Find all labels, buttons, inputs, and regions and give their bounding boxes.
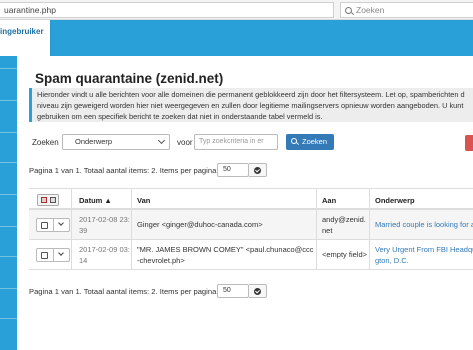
search-button-label: Zoeken: [302, 137, 328, 146]
check-circle-icon: [254, 167, 261, 174]
chevron-down-icon: [157, 136, 166, 145]
column-divider: [131, 188, 132, 270]
info-line: niveau zijn geweigerd worden hier niet w…: [37, 100, 464, 110]
apply-per-page-button[interactable]: [249, 284, 267, 298]
user-menu[interactable]: ingebruiker: [0, 20, 50, 60]
search-criteria-input[interactable]: Typ zoekcriteria in er: [194, 134, 278, 150]
delete-selected-icon[interactable]: [41, 197, 47, 203]
column-header-subject[interactable]: Onderwerp: [375, 196, 415, 205]
from-line: "MR. JAMES BROWN COMEY" <paul.chunaco@cc…: [137, 245, 314, 254]
column-divider: [71, 188, 72, 270]
column-divider: [316, 188, 317, 270]
browser-toolbar: uarantine.php Zoeken: [0, 0, 473, 20]
voor-label: voor: [177, 138, 193, 147]
column-header-date[interactable]: Datum ▲: [79, 196, 112, 205]
search-button[interactable]: Zoeken: [286, 134, 334, 150]
subject-line: Very Urgent From FBI Headqu: [375, 245, 473, 254]
sidebar-separator: [0, 194, 17, 195]
browser-search-placeholder: Zoeken: [356, 5, 385, 15]
sidebar-separator: [0, 256, 17, 257]
row-select-dropdown[interactable]: [36, 248, 70, 262]
user-label: ingebruiker: [0, 27, 44, 36]
table-header: Datum ▲ Van Aan Onderwerp: [29, 188, 473, 210]
select-all-icon[interactable]: [50, 197, 56, 203]
sidebar-separator: [0, 100, 17, 101]
chevron-down-icon[interactable]: [58, 250, 64, 256]
to-line: net: [322, 226, 333, 235]
page: uarantine.php Zoeken ingebruiker Spam qu…: [0, 0, 473, 350]
row-select-dropdown[interactable]: [36, 218, 70, 232]
subject-line: gton, D.C.: [375, 256, 409, 265]
info-line: Hieronder vindt u alle berichten voor al…: [37, 90, 465, 99]
column-header-to[interactable]: Aan: [322, 196, 336, 205]
sidebar-separator: [0, 318, 17, 319]
sidebar: [0, 56, 17, 350]
from-line: -chevrolet.ph>: [137, 256, 185, 265]
search-field-select[interactable]: Onderwerp: [62, 134, 170, 150]
divider: [53, 249, 54, 261]
search-icon: [345, 7, 352, 14]
sidebar-separator: [0, 132, 17, 133]
info-box: Hieronder vindt u alle berichten voor al…: [29, 88, 473, 122]
main-content: Spam quarantaine (zenid.net) Hieronder v…: [17, 56, 473, 350]
items-per-page-input[interactable]: 50: [217, 163, 249, 177]
info-line: gebruiken om een specifiek bericht te zo…: [37, 111, 323, 121]
date-line: 39: [79, 226, 88, 235]
sidebar-separator: [0, 226, 17, 227]
browser-search-field[interactable]: Zoeken: [340, 2, 473, 18]
divider: [53, 219, 54, 231]
row-checkbox[interactable]: [41, 222, 48, 229]
table-row[interactable]: 2017-02-08 23: 39 Ginger <ginger@duhoc-c…: [29, 210, 473, 240]
column-divider: [369, 188, 370, 270]
pagination-text: Pagina 1 van 1. Totaal aantal items: 2. …: [29, 287, 219, 296]
sidebar-separator: [0, 162, 17, 163]
date-line: 2017-02-08 23:: [79, 215, 130, 224]
address-bar[interactable]: uarantine.php: [0, 2, 334, 18]
chevron-down-icon[interactable]: [58, 220, 64, 226]
delete-button[interactable]: [465, 135, 473, 151]
subject-link[interactable]: Very Urgent From FBI Headqu gton, D.C.: [375, 244, 473, 266]
to-line: andy@zenid.: [322, 215, 366, 224]
date-cell: 2017-02-09 03: 14: [79, 244, 130, 266]
apply-per-page-button[interactable]: [249, 163, 267, 177]
sidebar-separator: [0, 68, 17, 69]
page-title: Spam quarantaine (zenid.net): [35, 71, 224, 86]
date-line: 2017-02-09 03:: [79, 245, 130, 254]
date-line: 14: [79, 256, 88, 265]
filter-bar: Zoeken Onderwerp voor Typ zoekcriteria i…: [29, 134, 473, 150]
pagination-text: Pagina 1 van 1. Totaal aantal items: 2. …: [29, 166, 219, 175]
row-checkbox[interactable]: [41, 252, 48, 259]
from-cell: "MR. JAMES BROWN COMEY" <paul.chunaco@cc…: [137, 244, 314, 266]
search-field-value: Onderwerp: [75, 137, 113, 146]
from-cell: Ginger <ginger@duhoc-canada.com>: [137, 220, 263, 229]
to-cell: <empty field>: [322, 250, 368, 259]
subject-link[interactable]: Married couple is looking for a: [375, 219, 473, 230]
search-icon: [291, 138, 297, 144]
to-cell: andy@zenid. net: [322, 214, 366, 236]
items-per-page-input[interactable]: 50: [217, 284, 249, 298]
table-row[interactable]: 2017-02-09 03: 14 "MR. JAMES BROWN COMEY…: [29, 240, 473, 270]
search-label: Zoeken: [32, 138, 59, 147]
date-cell: 2017-02-08 23: 39: [79, 214, 130, 236]
sidebar-separator: [0, 288, 17, 289]
app-header: ingebruiker: [0, 20, 473, 60]
bulk-action-toolbar[interactable]: [37, 194, 59, 206]
column-header-from[interactable]: Van: [137, 196, 150, 205]
check-circle-icon: [254, 288, 261, 295]
